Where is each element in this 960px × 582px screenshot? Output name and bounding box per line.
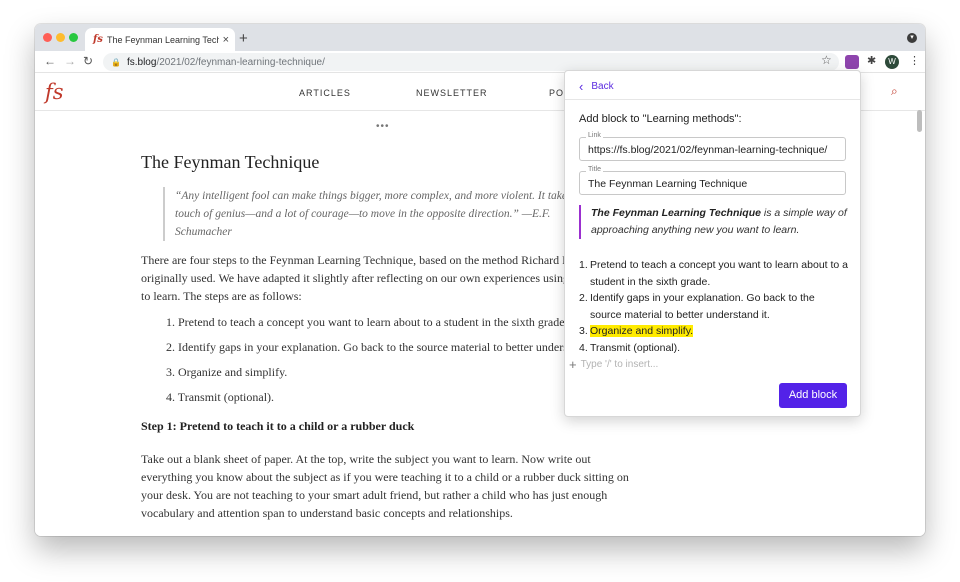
fs-favicon-icon: fs <box>93 34 103 45</box>
extension-icon[interactable] <box>845 55 859 69</box>
url-host: fs.blog <box>126 56 157 68</box>
callout-bold: The Feynman Learning Technique <box>591 207 761 219</box>
tab-search-icon[interactable]: ▾ <box>907 33 917 43</box>
minimize-window-button[interactable] <box>56 33 65 42</box>
article-intro: There are four steps to the Feynman Lear… <box>141 253 629 303</box>
puzzle-icon[interactable]: ✱ <box>867 54 876 67</box>
title-label: Title <box>586 166 603 173</box>
search-icon[interactable]: ⌕ <box>891 84 898 99</box>
link-label: Link <box>586 132 603 139</box>
nav-podcast[interactable]: PO <box>549 88 564 98</box>
page-scrollbar[interactable] <box>917 110 922 132</box>
list-item: 4. Transmit (optional). <box>166 390 275 404</box>
add-block-popup: ‹ Back Add block to "Learning methods": … <box>564 70 861 417</box>
list-item: 3. Organize and simplify. <box>166 365 288 379</box>
article-title: The Feynman Technique <box>141 152 320 172</box>
forward-arrow-icon[interactable]: → <box>64 54 76 68</box>
site-logo[interactable]: fs <box>45 80 64 104</box>
summary-callout[interactable]: The Feynman Learning Technique is a simp… <box>579 205 847 239</box>
title-field[interactable]: Title The Feynman Learning Technique <box>579 166 846 195</box>
plus-icon[interactable]: + <box>569 357 577 372</box>
maximize-window-button[interactable] <box>69 33 78 42</box>
new-tab-button[interactable]: + <box>239 30 248 47</box>
insert-placeholder[interactable]: Type '/' to insert... <box>581 359 659 370</box>
reload-icon[interactable]: ↻ <box>83 54 93 68</box>
tab-strip: fs The Feynman Learning Technique × + ▾ <box>35 24 925 51</box>
nav-newsletter[interactable]: NEWSLETTER <box>416 88 488 98</box>
back-arrow-icon[interactable]: ← <box>44 54 56 68</box>
list-item: 1. Pretend to teach a concept you want t… <box>166 315 568 329</box>
url-path: /2021/02/feynman-learning-technique/ <box>156 56 325 68</box>
nav-articles[interactable]: ARTICLES <box>299 88 351 98</box>
list-item: 2. Identify gaps in your explanation. Go … <box>579 292 815 321</box>
link-value[interactable]: https://fs.blog/2021/02/feynman-learning… <box>588 144 843 156</box>
step1-body: Take out a blank sheet of paper. At the … <box>141 452 629 520</box>
divider <box>565 99 860 100</box>
close-icon[interactable]: × <box>223 34 229 46</box>
list-item: 4. Transmit (optional). <box>579 341 681 354</box>
back-button[interactable]: ‹ Back <box>579 79 614 94</box>
title-value[interactable]: The Feynman Learning Technique <box>588 178 843 190</box>
lock-icon: 🔒 <box>111 57 121 67</box>
back-label: Back <box>591 81 614 92</box>
step1-heading: Step 1: Pretend to teach it to a child o… <box>141 419 415 433</box>
more-dots[interactable]: ••• <box>376 121 390 132</box>
popup-steps-list[interactable]: 1. Pretend to teach a concept you want to… <box>579 257 849 356</box>
list-item: 1. Pretend to teach a concept you want to… <box>579 259 849 288</box>
tab-title: The Feynman Learning Technique <box>107 34 219 45</box>
insert-row[interactable]: + Type '/' to insert... <box>569 357 658 372</box>
address-bar[interactable]: 🔒 fs.blog /2021/02/feynman-learning-tech… <box>103 53 839 71</box>
article-quote: “Any intelligent fool can make things bi… <box>163 187 603 241</box>
article: The Feynman Technique “Any intelligent f… <box>141 152 631 522</box>
chevron-left-icon: ‹ <box>579 79 584 94</box>
list-item: 3. Organize and simplify. <box>579 325 694 337</box>
steps-list: 1. Pretend to teach a concept you want t… <box>141 315 631 405</box>
add-block-button[interactable]: Add block <box>779 383 847 408</box>
close-window-button[interactable] <box>43 33 52 42</box>
active-tab[interactable]: fs The Feynman Learning Technique × <box>85 28 235 51</box>
avatar[interactable]: W <box>885 55 899 69</box>
highlighted-text: Organize and simplify. <box>590 325 694 337</box>
list-item: 2. Identify gaps in your explanation. Go… <box>166 340 602 354</box>
bookmark-star-icon[interactable]: ☆ <box>821 53 832 67</box>
popup-heading: Add block to "Learning methods": <box>579 113 742 125</box>
more-menu-icon[interactable]: ⋮ <box>909 54 920 67</box>
link-field[interactable]: Link https://fs.blog/2021/02/feynman-lea… <box>579 132 846 161</box>
